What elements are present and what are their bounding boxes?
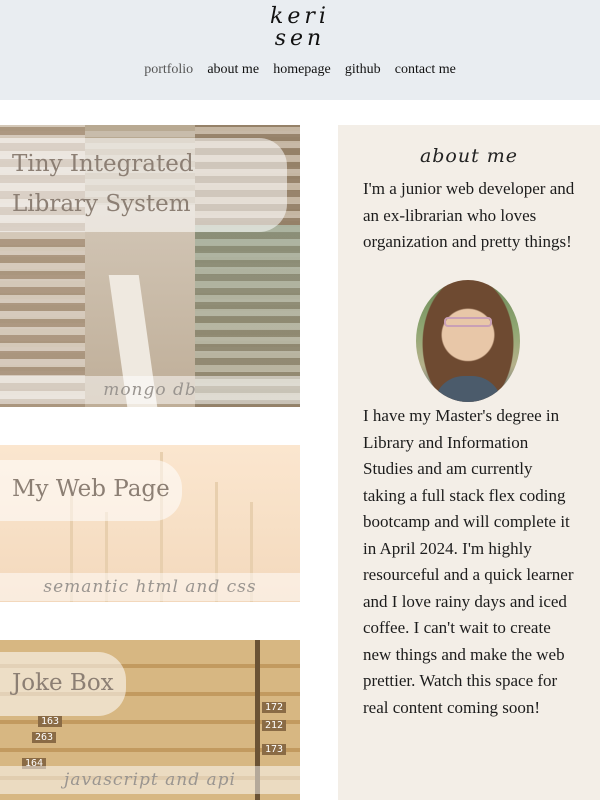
- project-title-line-2: Library System: [12, 191, 191, 217]
- nav-portfolio[interactable]: portfolio: [144, 62, 193, 78]
- drawer-number: 163: [38, 716, 63, 727]
- nav-homepage[interactable]: homepage: [273, 62, 331, 78]
- shirt: [434, 376, 502, 402]
- about-panel: about me I'm a junior web developer and …: [338, 125, 600, 800]
- project-title: Tiny Integrated Library System: [0, 138, 287, 232]
- project-title: My Web Page: [0, 460, 182, 521]
- main-nav: portfolio about me homepage github conta…: [0, 62, 600, 78]
- project-title-line-1: Tiny Integrated: [12, 151, 194, 177]
- about-intro: I'm a junior web developer and an ex-lib…: [363, 179, 575, 251]
- site-logo[interactable]: keri sen: [0, 6, 600, 50]
- project-card-library-system[interactable]: Tiny Integrated Library System mongo db: [0, 125, 300, 407]
- about-bio: I have my Master's degree in Library and…: [363, 406, 574, 717]
- logo-line-2: sen: [274, 26, 326, 51]
- project-title: Joke Box: [0, 652, 126, 716]
- project-tech-tag: semantic html and css: [0, 573, 300, 601]
- drawer-number: 212: [262, 720, 287, 731]
- nav-about-me[interactable]: about me: [207, 62, 259, 78]
- glasses: [444, 317, 492, 327]
- drawer-number: 173: [262, 744, 287, 755]
- project-card-joke-box[interactable]: 163 263 164 212 172 173 Joke Box javascr…: [0, 640, 300, 800]
- project-card-web-page[interactable]: My Web Page semantic html and css: [0, 445, 300, 602]
- project-tech-tag: mongo db: [0, 376, 300, 404]
- about-heading: about me: [419, 145, 519, 167]
- site-header: keri sen portfolio about me homepage git…: [0, 0, 600, 100]
- drawer-number: 263: [32, 732, 57, 743]
- drawer-number: 172: [262, 702, 287, 713]
- logo-line-1: keri: [270, 4, 330, 29]
- project-tech-tag: javascript and api: [0, 766, 300, 794]
- nav-github[interactable]: github: [345, 62, 381, 78]
- avatar: [416, 280, 520, 402]
- nav-contact-me[interactable]: contact me: [395, 62, 456, 78]
